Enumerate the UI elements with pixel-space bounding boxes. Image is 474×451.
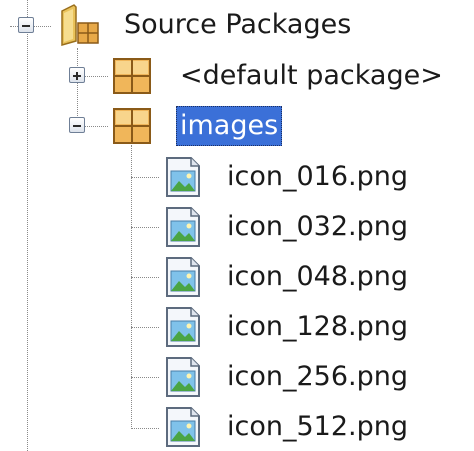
image-file-icon <box>166 257 200 297</box>
tree-line <box>131 277 159 278</box>
tree-line <box>85 76 108 77</box>
tree-line <box>131 377 159 378</box>
tree-node-label-selected: images <box>176 106 283 146</box>
tree-node-label: icon_016.png <box>227 161 408 192</box>
tree-line <box>131 428 159 429</box>
tree-node-label: icon_048.png <box>227 261 408 292</box>
expand-toggle[interactable] <box>69 67 85 83</box>
tree-line <box>131 145 132 429</box>
package-icon <box>113 58 151 94</box>
collapse-toggle[interactable] <box>69 117 85 133</box>
collapse-toggle[interactable] <box>18 17 34 33</box>
tree-node-label: icon_128.png <box>227 311 408 342</box>
tree-node-label: icon_512.png <box>227 411 408 442</box>
image-file-icon <box>166 307 200 347</box>
image-file-icon <box>166 207 200 247</box>
tree-line <box>77 48 78 126</box>
image-file-icon <box>166 407 200 447</box>
source-packages-icon <box>61 4 99 46</box>
tree-node-label: icon_032.png <box>227 211 408 242</box>
image-file-icon <box>166 157 200 197</box>
tree-node-label: icon_256.png <box>227 361 408 392</box>
tree-line-root <box>27 0 28 451</box>
tree-node-label: Source Packages <box>124 9 352 40</box>
tree-line <box>85 126 108 127</box>
tree-line <box>33 26 51 27</box>
image-file-icon <box>166 357 200 397</box>
tree-line <box>131 327 159 328</box>
package-icon <box>113 108 151 144</box>
tree-node-label: <default package> <box>180 60 443 91</box>
tree-line <box>131 177 159 178</box>
tree-line <box>131 227 159 228</box>
